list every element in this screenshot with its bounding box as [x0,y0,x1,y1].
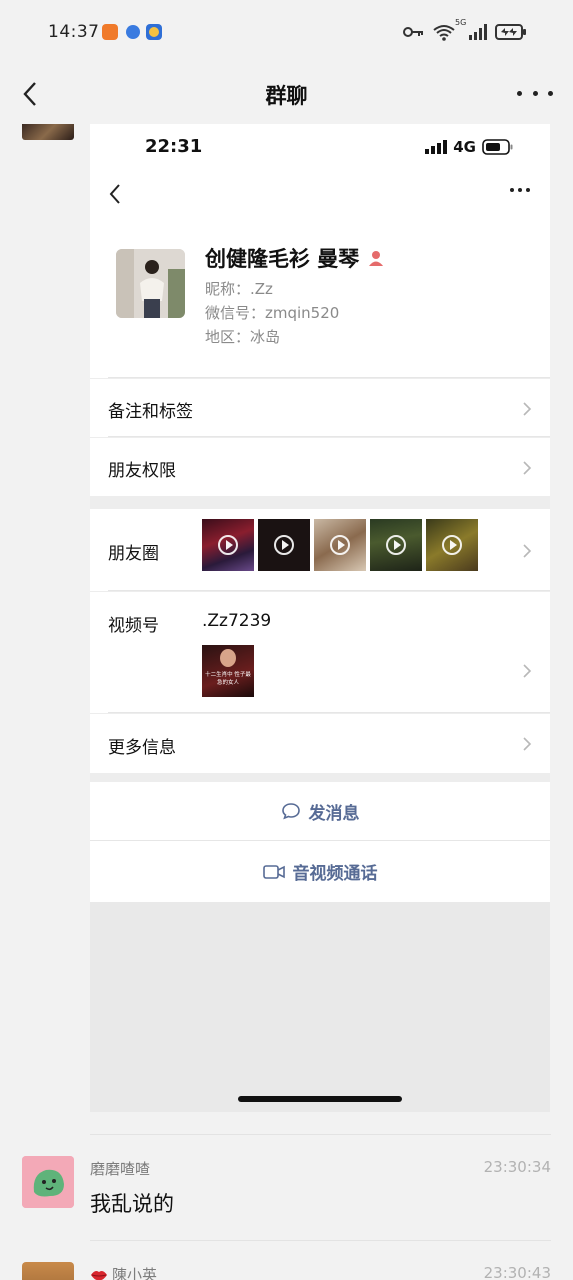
more-options-button[interactable] [517,80,553,106]
battery-charging-icon [495,24,526,40]
video-camera-icon [262,864,285,879]
chat-message: 磨磨喳喳 23:30:34 我乱说的 [0,1134,573,1240]
send-message-button[interactable]: 发消息 [90,782,550,840]
previous-message-thumbnail[interactable] [22,124,74,140]
status-bar: 14:37 5G [0,0,573,66]
yellow-app-icon [146,24,162,40]
message-time: 23:30:43 [483,1264,551,1280]
chevron-right-icon [523,544,532,558]
moments-label: 朋友圈 [108,544,159,564]
page-title: 群聊 [265,84,308,108]
embedded-status-time: 22:31 [145,136,203,157]
message-text[interactable]: 我乱说的 [90,1188,174,1218]
embedded-network: 4G [453,138,476,156]
more-info-label: 更多信息 [108,738,176,758]
chevron-right-icon [523,402,532,416]
chevron-right-icon [523,664,532,678]
taobao-app-icon [102,24,118,40]
moments-row[interactable]: 朋友圈 [90,509,550,591]
message-time: 23:30:34 [483,1158,551,1176]
shared-screenshot-image[interactable]: 22:31 4G 创健隆毛衫 曼琴 昵称：.Zz 微信号：zmqin520 地区… [90,124,550,1112]
play-icon [386,535,406,555]
status-time: 14:37 [48,22,100,42]
profile-card: 创健隆毛衫 曼琴 昵称：.Zz 微信号：zmqin520 地区：冰岛 [90,216,550,378]
profile-avatar [116,249,185,318]
moment-thumbnail[interactable] [426,519,478,571]
play-icon [274,535,294,555]
chat-bubble-icon [281,803,300,820]
wifi-icon: 5G [433,18,466,42]
chevron-right-icon [523,737,532,751]
channels-id: .Zz7239 [202,611,272,631]
embedded-status-bar: 22:31 4G [90,124,550,172]
permissions-label: 朋友权限 [108,461,176,481]
profile-wechat-id: 微信号：zmqin520 [205,304,340,322]
chat-header: 群聊 [0,66,573,124]
home-indicator [238,1096,402,1102]
remark-row[interactable]: 备注和标签 [90,379,550,437]
signal-icon [469,24,487,40]
play-icon [218,535,238,555]
profile-name: 创健隆毛衫 曼琴 [205,243,385,273]
chat-message: 陳小英 23:30:43 [0,1240,573,1280]
embedded-more-icon [510,188,530,194]
moment-thumbnail[interactable] [314,519,366,571]
video-call-button[interactable]: 音视频通话 [90,841,550,902]
embedded-nav-bar [90,172,550,216]
profile-nickname: 昵称：.Zz [205,280,273,298]
blue-app-icon [126,25,140,39]
permissions-row[interactable]: 朋友权限 [90,438,550,496]
lips-icon [91,1270,107,1280]
moment-thumbnail[interactable] [202,519,254,571]
female-gender-icon [369,251,384,266]
profile-region: 地区：冰岛 [205,328,281,346]
embedded-signal-icon [425,140,448,154]
avatar[interactable] [22,1156,74,1208]
video-call-label: 音视频通话 [292,864,378,884]
channels-video-thumbnail[interactable]: 十二生肖中 性子最急的女人 [202,645,254,697]
key-icon [403,27,423,37]
embedded-battery-icon [482,139,513,155]
message-sender: 陳小英 [90,1264,157,1280]
chevron-right-icon [523,461,532,475]
message-sender: 磨磨喳喳 [90,1160,151,1178]
moment-thumbnail[interactable] [258,519,310,571]
avatar[interactable] [22,1262,74,1280]
more-dots-icon [517,90,522,96]
channels-row[interactable]: 视频号 .Zz7239 十二生肖中 性子最急的女人 [90,592,550,713]
channels-caption: 十二生肖中 性子最急的女人 [205,672,251,686]
embedded-back-icon [109,184,120,204]
play-icon [442,535,462,555]
more-info-row[interactable]: 更多信息 [90,714,550,773]
network-badge: 5G [455,18,467,27]
send-message-label: 发消息 [308,803,360,824]
play-icon [330,535,350,555]
moment-thumbnail[interactable] [370,519,422,571]
remark-label: 备注和标签 [108,402,193,422]
embedded-blank-area [90,902,550,1112]
channels-label: 视频号 [108,616,159,636]
